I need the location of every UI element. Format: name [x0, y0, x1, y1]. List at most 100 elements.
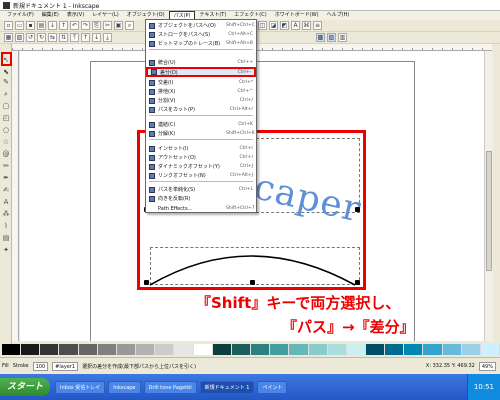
palette-swatch[interactable]	[155, 344, 175, 355]
print-icon[interactable]: ▤	[37, 21, 46, 30]
cut-icon[interactable]: ✂	[103, 21, 112, 30]
palette-swatch[interactable]	[136, 344, 156, 355]
scrollbar-thumb[interactable]	[486, 151, 492, 271]
calligraphy-tool-icon[interactable]: ✍	[2, 186, 10, 194]
menu-view[interactable]: 表示(V)	[63, 11, 88, 20]
palette-swatch[interactable]	[2, 344, 22, 355]
menu-item-division[interactable]: 分割(V) Ctrl+/	[146, 96, 256, 105]
spiral-tool-icon[interactable]: @	[2, 150, 10, 158]
palette-swatch[interactable]	[365, 344, 386, 355]
palette-swatch[interactable]	[97, 344, 117, 355]
palette-swatch[interactable]	[442, 344, 462, 355]
node-tool-icon[interactable]: ⬉	[2, 68, 10, 76]
rotate-ccw-icon[interactable]: ↺	[26, 33, 35, 42]
3dbox-tool-icon[interactable]: ◰	[2, 114, 10, 122]
palette-swatch[interactable]	[174, 344, 194, 355]
selection-handle[interactable]	[250, 280, 255, 285]
transform-stroke-icon[interactable]: ▩	[316, 33, 325, 42]
zoom-tool-icon[interactable]: ⌕	[2, 90, 10, 98]
copy-icon[interactable]: ⎘	[92, 21, 101, 30]
palette-swatch[interactable]	[461, 344, 481, 355]
menu-item-path-effects[interactable]: Path Effects... Shift+Ctrl+7	[146, 204, 256, 213]
vertical-scrollbar[interactable]	[484, 51, 493, 341]
taskbar-item[interactable]: ペイント	[257, 380, 288, 394]
palette-swatch[interactable]	[40, 344, 60, 355]
pen-tool-icon[interactable]: ✒	[2, 174, 10, 182]
palette-swatch[interactable]	[308, 344, 328, 355]
menu-item-linked-offset[interactable]: リンクオフセット(N) Ctrl+Alt+J	[146, 171, 256, 180]
select-all-layers-icon[interactable]: ▧	[15, 33, 24, 42]
select-all-icon[interactable]: ▦	[4, 33, 13, 42]
spray-tool-icon[interactable]: ⁂	[2, 210, 10, 218]
group-icon[interactable]: ◫	[258, 21, 267, 30]
palette-swatch[interactable]	[193, 344, 213, 355]
taskbar-item[interactable]: Inkscape	[108, 380, 141, 394]
tweak-tool-icon[interactable]: ✎	[2, 78, 10, 86]
undo-icon[interactable]: ↶	[70, 21, 79, 30]
fill-stroke-icon[interactable]: ◩	[280, 21, 289, 30]
import-icon[interactable]: ↓	[48, 21, 57, 30]
opacity-field[interactable]: 100	[32, 361, 49, 371]
menu-item-stroke-to-path[interactable]: ストロークをパスへ(S) Ctrl+Alt+C	[146, 30, 256, 39]
rotate-cw-icon[interactable]: ↻	[37, 33, 46, 42]
menu-whiteboard[interactable]: ホワイトボード(W)	[271, 11, 323, 20]
new-document-icon[interactable]: ▫	[4, 21, 13, 30]
selection-handle[interactable]	[355, 280, 360, 285]
flip-v-icon[interactable]: ⇅	[59, 33, 68, 42]
selection-handle[interactable]	[355, 207, 360, 212]
taskbar-item[interactable]: Inbox 受信トレイ	[55, 380, 106, 394]
palette-swatch[interactable]	[385, 344, 405, 355]
menu-item-intersection[interactable]: 交差(I) Ctrl+*	[146, 78, 256, 87]
palette-swatch[interactable]	[480, 344, 500, 355]
xml-editor-icon[interactable]: ⌘	[302, 21, 311, 30]
taskbar-item[interactable]: Drill tone Pagetbl	[143, 380, 197, 394]
menu-item-cut-path[interactable]: パスをカット(P) Ctrl+Alt+/	[146, 105, 256, 114]
paste-icon[interactable]: ▣	[114, 21, 123, 30]
palette-swatch[interactable]	[116, 344, 137, 355]
dropper-tool-icon[interactable]: ✦	[2, 246, 10, 254]
menu-item-inset[interactable]: インセット(I) Ctrl+(	[146, 144, 256, 153]
palette-swatch[interactable]	[251, 344, 271, 355]
palette-swatch[interactable]	[423, 344, 443, 355]
palette-swatch[interactable]	[270, 344, 290, 355]
menu-item-difference[interactable]: 差分(D) Ctrl+-	[146, 67, 256, 77]
menu-item-simplify[interactable]: パスを単純化(S) Ctrl+L	[146, 185, 256, 194]
lower-bottom-icon[interactable]: ⤓	[103, 33, 112, 42]
lower-icon[interactable]: ↓	[92, 33, 101, 42]
text-font-icon[interactable]: A	[291, 21, 300, 30]
pencil-tool-icon[interactable]: ✏	[2, 162, 10, 170]
align-icon[interactable]: ≡	[313, 21, 322, 30]
menu-layer[interactable]: レイヤー(L)	[88, 11, 123, 20]
palette-swatch[interactable]	[231, 344, 252, 355]
gradient-tool-icon[interactable]: ▤	[2, 234, 10, 242]
palette-swatch[interactable]	[59, 344, 79, 355]
start-button[interactable]: スタート	[0, 378, 51, 396]
palette-swatch[interactable]	[212, 344, 232, 355]
transform-corners-icon[interactable]: ▨	[327, 33, 336, 42]
flip-h-icon[interactable]: ⇆	[48, 33, 57, 42]
raise-icon[interactable]: ↑	[81, 33, 90, 42]
save-icon[interactable]: ▪	[26, 21, 35, 30]
palette-swatch[interactable]	[327, 344, 347, 355]
menu-item-combine[interactable]: 連結(C) Ctrl+K	[146, 120, 256, 129]
star-tool-icon[interactable]: ☆	[2, 138, 10, 146]
selection-handle[interactable]	[144, 280, 149, 285]
layer-select[interactable]: #layer1	[52, 361, 79, 371]
menu-item-union[interactable]: 統合(U) Ctrl++	[146, 58, 256, 67]
open-icon[interactable]: ▭	[15, 21, 24, 30]
menu-item-reverse[interactable]: 向きを反転(R)	[146, 194, 256, 203]
redo-icon[interactable]: ↷	[81, 21, 90, 30]
menu-item-trace-bitmap[interactable]: ビットマップのトレース(B) Shift+Alt+B	[146, 39, 256, 48]
zoom-icon[interactable]: ⌕	[125, 21, 134, 30]
menu-file[interactable]: ファイル(F)	[3, 11, 38, 20]
raise-top-icon[interactable]: ⤒	[70, 33, 79, 42]
palette-swatch[interactable]	[404, 344, 424, 355]
transform-gradient-icon[interactable]: ▥	[338, 33, 347, 42]
menu-item-break-apart[interactable]: 分解(K) Shift+Ctrl+K	[146, 129, 256, 138]
ungroup-icon[interactable]: ◪	[269, 21, 278, 30]
palette-swatch[interactable]	[21, 344, 41, 355]
zoom-field[interactable]: 49%	[478, 361, 496, 371]
palette-swatch[interactable]	[78, 344, 98, 355]
ellipse-tool-icon[interactable]: ○	[2, 126, 10, 134]
export-icon[interactable]: ↑	[59, 21, 68, 30]
